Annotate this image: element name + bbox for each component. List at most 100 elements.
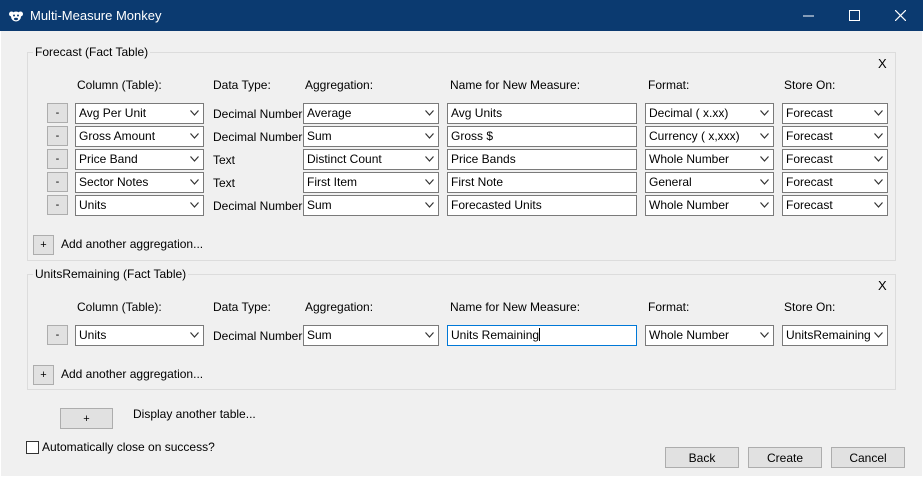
aggregation-select[interactable]: Average [303, 103, 439, 124]
store-on-select[interactable]: UnitsRemaining [782, 325, 888, 346]
aggregation-value: Sum [307, 328, 332, 342]
chevron-down-icon [874, 156, 883, 162]
add-aggregation-button[interactable]: + [33, 235, 54, 255]
add-aggregation-label[interactable]: Add another aggregation... [61, 367, 203, 381]
remove-row-button[interactable]: - [47, 172, 68, 192]
store-on-select[interactable]: Forecast [782, 149, 888, 170]
header-format: Format: [648, 300, 690, 314]
close-section-button[interactable]: X [878, 56, 887, 71]
measure-name-input[interactable]: Forecasted Units [447, 195, 637, 216]
chevron-down-icon [425, 133, 434, 139]
chevron-down-icon [425, 202, 434, 208]
chevron-down-icon [190, 202, 199, 208]
format-select[interactable]: Whole Number [645, 149, 774, 170]
auto-close-label[interactable]: Automatically close on success? [42, 440, 215, 454]
close-section-button[interactable]: X [878, 278, 887, 293]
back-button[interactable]: Back [665, 447, 739, 468]
store-on-select[interactable]: Forecast [782, 195, 888, 216]
format-select[interactable]: Whole Number [645, 195, 774, 216]
maximize-button[interactable] [831, 0, 877, 31]
aggregation-value: First Item [307, 175, 357, 189]
remove-row-button[interactable]: - [47, 103, 68, 123]
add-aggregation-label[interactable]: Add another aggregation... [61, 237, 203, 251]
minimize-button[interactable] [785, 0, 831, 31]
aggregation-value: Distinct Count [307, 152, 382, 166]
aggregation-value: Sum [307, 198, 332, 212]
column-select[interactable]: Avg Per Unit [75, 103, 204, 124]
section-title: UnitsRemaining (Fact Table) [33, 267, 189, 281]
measure-name-input[interactable]: Avg Units [447, 103, 637, 124]
measure-name-input[interactable]: Price Bands [447, 149, 637, 170]
data-type-label: Decimal Number [213, 199, 303, 213]
format-value: General [649, 175, 692, 189]
dialog-body: Forecast (Fact Table) X Column (Table): … [1, 31, 922, 476]
chevron-down-icon [190, 179, 199, 185]
format-value: Whole Number [649, 152, 730, 166]
store-on-select[interactable]: Forecast [782, 126, 888, 147]
measure-name-input[interactable]: Gross $ [447, 126, 637, 147]
remove-row-button[interactable]: - [47, 195, 68, 215]
aggregation-select[interactable]: Distinct Count [303, 149, 439, 170]
close-window-button[interactable] [877, 0, 923, 31]
column-select[interactable]: Sector Notes [75, 172, 204, 193]
format-select[interactable]: Currency ( x,xxx) [645, 126, 774, 147]
measure-name-input[interactable]: First Note [447, 172, 637, 193]
store-on-select[interactable]: Forecast [782, 172, 888, 193]
chevron-down-icon [760, 332, 769, 338]
aggregation-select[interactable]: Sum [303, 126, 439, 147]
chevron-down-icon [190, 156, 199, 162]
display-table-button[interactable]: + [60, 408, 113, 429]
store-on-select[interactable]: Forecast [782, 103, 888, 124]
header-aggregation: Aggregation: [305, 300, 374, 314]
header-column: Column (Table): [77, 300, 162, 314]
title-bar: Multi-Measure Monkey [0, 0, 923, 31]
display-table-label[interactable]: Display another table... [133, 407, 256, 421]
aggregation-value: Sum [307, 129, 332, 143]
data-type-label: Text [213, 153, 236, 167]
header-aggregation: Aggregation: [305, 78, 374, 92]
aggregation-select[interactable]: First Item [303, 172, 439, 193]
section-title: Forecast (Fact Table) [33, 45, 151, 59]
chevron-down-icon [874, 179, 883, 185]
column-select[interactable]: Units [75, 195, 204, 216]
monkey-icon [9, 11, 23, 22]
format-select[interactable]: Whole Number [645, 325, 774, 346]
measure-name-input[interactable]: Units Remaining [447, 325, 637, 346]
chevron-down-icon [874, 202, 883, 208]
chevron-down-icon [190, 332, 199, 338]
measure-name-value: Units Remaining [451, 328, 540, 342]
remove-row-button[interactable]: - [47, 149, 68, 169]
store-on-value: Forecast [786, 198, 833, 212]
header-data-type: Data Type: [213, 300, 271, 314]
header-format: Format: [648, 78, 690, 92]
aggregation-select[interactable]: Sum [303, 195, 439, 216]
column-value: Sector Notes [79, 175, 149, 189]
chevron-down-icon [425, 179, 434, 185]
remove-row-button[interactable]: - [47, 126, 68, 146]
auto-close-checkbox[interactable] [26, 441, 39, 454]
cancel-button[interactable]: Cancel [831, 447, 905, 468]
store-on-value: UnitsRemaining [786, 328, 871, 342]
store-on-value: Forecast [786, 106, 833, 120]
column-select[interactable]: Price Band [75, 149, 204, 170]
chevron-down-icon [874, 110, 883, 116]
store-on-value: Forecast [786, 152, 833, 166]
chevron-down-icon [425, 332, 434, 338]
chevron-down-icon [760, 179, 769, 185]
chevron-down-icon [760, 202, 769, 208]
column-select[interactable]: Gross Amount [75, 126, 204, 147]
remove-row-button[interactable]: - [47, 325, 68, 345]
chevron-down-icon [190, 133, 199, 139]
format-select[interactable]: Decimal ( x.xx) [645, 103, 774, 124]
aggregation-value: Average [307, 106, 352, 120]
chevron-down-icon [190, 110, 199, 116]
chevron-down-icon [425, 156, 434, 162]
column-select[interactable]: Units [75, 325, 204, 346]
format-value: Whole Number [649, 328, 730, 342]
text-caret [539, 328, 541, 341]
format-select[interactable]: General [645, 172, 774, 193]
add-aggregation-button[interactable]: + [33, 365, 54, 385]
aggregation-select[interactable]: Sum [303, 325, 439, 346]
create-button[interactable]: Create [748, 447, 822, 468]
data-type-label: Decimal Number [213, 107, 303, 121]
